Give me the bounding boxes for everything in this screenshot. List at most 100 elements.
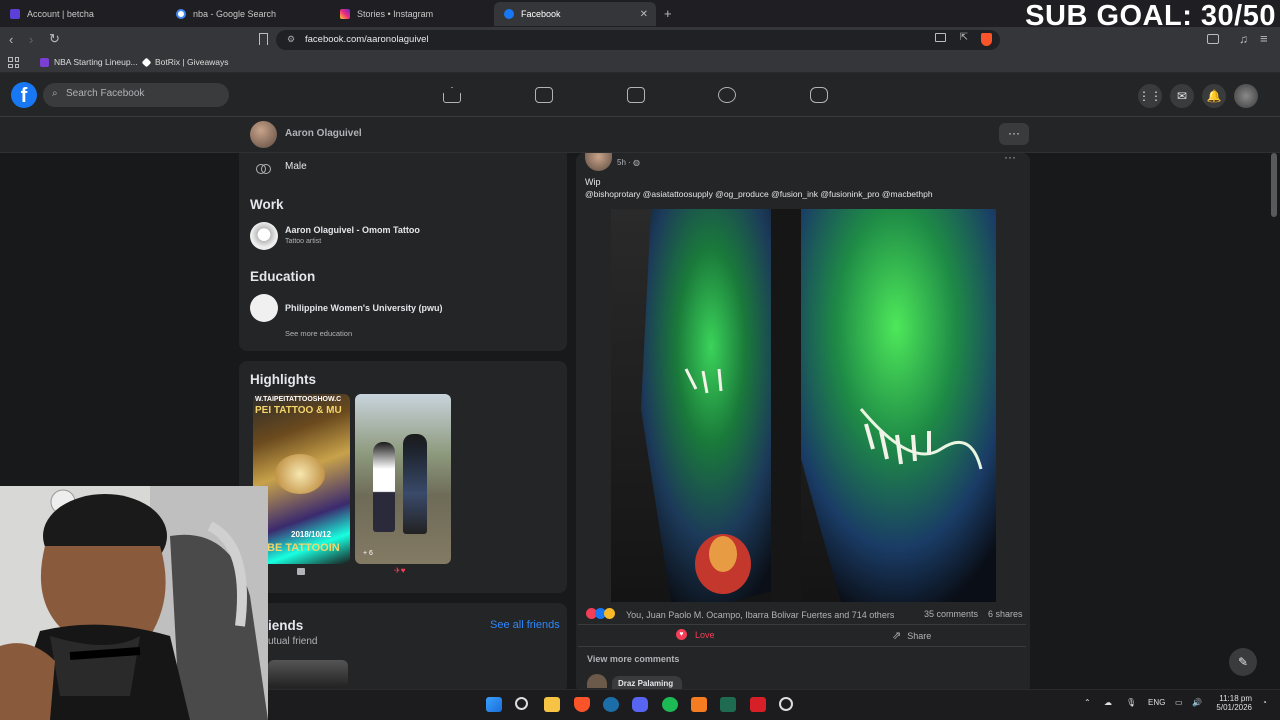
app-icon[interactable] [691,697,707,712]
highlight-great-wall[interactable]: + 6 [355,394,451,564]
twitch-favicon-icon [40,57,49,67]
video-icon[interactable] [535,87,553,103]
share-button[interactable]: ⇗ Share [892,629,931,642]
microphone-icon[interactable]: 🎙 [1126,698,1136,707]
facebook-favicon-icon [504,9,514,19]
shares-count[interactable]: 6 shares [988,609,1023,619]
search-taskbar-icon[interactable] [515,697,528,710]
tab-facebook[interactable]: Facebook ✕ [494,2,656,26]
streamer-webcam-image [0,486,268,720]
messenger-icon[interactable]: ✉ [1170,84,1194,108]
terminal-icon[interactable] [720,697,736,712]
person-figure [403,434,427,534]
menu-icon[interactable]: ≡ [1260,31,1268,46]
post-image[interactable] [611,209,996,602]
menu-grid-icon[interactable]: ⋮⋮ [1138,84,1162,108]
reaction-summary[interactable]: You, Juan Paolo M. Ocampo, Ibarra Boliva… [626,610,894,620]
work-title: Work [250,197,284,212]
marketplace-icon[interactable] [627,87,645,103]
scrollbar-thumb[interactable] [1271,153,1277,217]
spotify-icon[interactable] [662,697,678,712]
tab-betcha[interactable]: Account | betcha [0,2,166,26]
search-input[interactable] [66,88,216,99]
discord-icon[interactable] [632,697,648,712]
bookmark-nba-lineup[interactable]: NBA Starting Lineup... [40,57,138,67]
see-more-education-link[interactable]: See more education [285,329,352,338]
brave-shield-icon[interactable] [981,33,992,46]
tattoo-photo [611,209,996,602]
see-all-friends-link[interactable]: See all friends [490,619,560,631]
instagram-favicon-icon [340,9,350,19]
tab-google-search[interactable]: nba - Google Search [166,2,332,26]
tray-chevron-icon[interactable]: ⌃ [1084,698,1091,707]
network-icon[interactable]: ▭ [1175,698,1183,707]
divider [578,624,1026,625]
post-options-icon[interactable]: ··· [1004,150,1016,164]
work-logo[interactable] [250,222,278,250]
groups-icon[interactable] [718,87,736,103]
time-text: 11:18 pm [1219,694,1252,703]
gender-text: Male [285,161,307,172]
notifications-icon[interactable]: 🔔 [1202,84,1226,108]
clock[interactable]: 11:18 pm 5/01/2026 [1214,694,1252,712]
highlights-title: Highlights [250,372,316,387]
sidebar-icon[interactable] [1207,34,1219,44]
webcam-overlay [0,486,268,720]
highlight-cover-icon [297,568,305,575]
education-logo[interactable] [250,294,278,322]
profile-avatar[interactable] [250,121,277,148]
close-tab-icon[interactable]: ✕ [640,9,648,20]
notification-center-icon[interactable]: ◔ [1262,698,1267,707]
globe-icon: ◍ [633,158,640,167]
post-tags[interactable]: @bishoprotary @asiatattoosupply @og_prod… [585,189,933,199]
facebook-logo-icon[interactable]: f [11,82,37,108]
friends-title: iends [268,618,304,633]
page-scrollbar[interactable] [1270,153,1278,683]
language-indicator[interactable]: ENG [1148,698,1165,707]
onedrive-icon[interactable]: ☁ [1104,698,1112,707]
media-icon[interactable]: ♫ [1239,32,1248,46]
site-info-icon[interactable]: ⚙ [287,34,295,45]
cast-icon[interactable] [935,33,946,42]
steam-icon[interactable] [603,697,619,712]
new-message-icon[interactable]: ✎ [1229,648,1257,676]
commenter-name[interactable]: Draz Palaming [618,679,673,688]
bookmark-botrix[interactable]: BotRix | Giveaways [141,57,229,67]
share-icon[interactable]: ⇱ [960,32,968,43]
gaming-icon[interactable] [810,87,828,103]
love-icon: ♥ [676,629,687,640]
love-button[interactable]: ♥ Love [676,629,715,640]
obs-icon[interactable] [779,697,793,711]
account-avatar[interactable] [1234,84,1258,108]
post-caption: Wip [585,177,601,187]
url-text: facebook.com/aaronolaguivel [305,34,429,45]
gender-icon [256,162,272,176]
profile-name[interactable]: Aaron Olaguivel [285,128,362,139]
volume-icon[interactable]: 🔊 [1192,698,1202,707]
file-explorer-icon[interactable] [544,697,560,712]
bookmark-icon[interactable] [259,33,268,45]
address-bar[interactable]: ⚙ facebook.com/aaronolaguivel ⇱ [276,30,1000,50]
profile-more-button[interactable]: ··· [999,123,1029,145]
friend-thumbnail[interactable] [268,660,348,688]
commenter-avatar[interactable] [587,674,607,688]
forward-icon[interactable]: › [29,32,33,47]
betcha-favicon-icon [10,9,20,19]
back-icon[interactable]: ‹ [9,32,13,47]
tab-instagram[interactable]: Stories • Instagram [330,2,496,26]
new-tab-button[interactable]: + [664,6,672,21]
apps-grid-icon[interactable] [8,57,19,68]
work-main-text[interactable]: Aaron Olaguivel - Omom Tattoo [285,225,420,235]
view-more-comments-link[interactable]: View more comments [587,654,679,664]
omom-tattoo-logo [275,454,325,494]
start-icon[interactable] [486,697,502,712]
app-x-icon[interactable] [750,697,766,712]
post-timestamp: 5h · ◍ [617,158,640,167]
date-text: 5/01/2026 [1216,703,1252,712]
heart-emoji-icon: ✈♥ [394,566,406,575]
reaction-icons[interactable] [586,608,615,619]
comments-count[interactable]: 35 comments [924,609,978,619]
reload-icon[interactable]: ↻ [49,31,60,47]
education-main-text[interactable]: Philippine Women's University (pwu) [285,303,443,313]
facebook-search-box[interactable]: ⌕ [43,83,229,107]
